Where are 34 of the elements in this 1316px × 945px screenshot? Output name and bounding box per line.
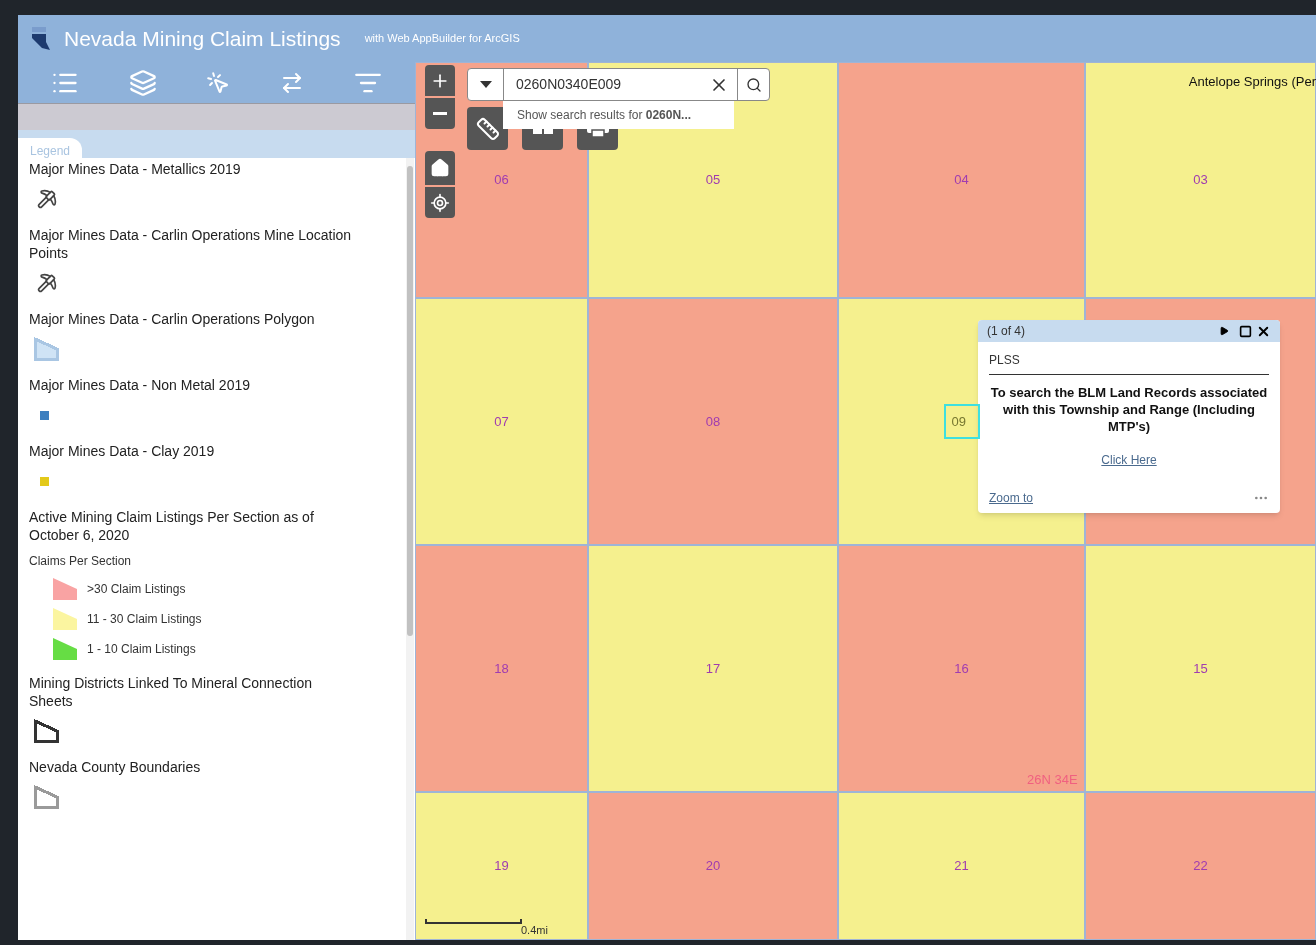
section-number: 20	[705, 857, 721, 876]
section-number: 15	[1193, 659, 1208, 678]
section-number: 05	[705, 171, 721, 190]
section-number: 17	[705, 659, 721, 678]
section-number: 03	[1193, 171, 1208, 190]
section-number: 19	[494, 857, 509, 876]
legend-layer-title: Mining Districts Linked To Mineral Connection Sheets	[29, 674, 313, 710]
app-title: Nevada Mining Claim Listings	[64, 25, 341, 52]
legend-subtitle: Claims Per Section	[29, 553, 133, 570]
popup-counter: (1 of 4)	[987, 323, 1026, 340]
section-number: 07	[494, 412, 509, 431]
legend-layer-title: Major Mines Data - Carlin Operations Polygon	[29, 310, 316, 328]
app-subtitle: with Web AppBuilder for ArcGIS	[364, 31, 520, 47]
section-number: 16	[954, 659, 969, 678]
section-number: 21	[954, 857, 969, 876]
class-label: >30 Claim Listings	[87, 581, 186, 598]
section-number: 22	[1193, 857, 1208, 876]
legend-layer-title: Active Mining Claim Listings Per Section as of October 6, 2020	[29, 508, 315, 544]
legend-layer-title: Major Mines Data - Non Metal 2019	[29, 376, 251, 394]
scale-label: 0.4mi	[521, 922, 548, 938]
class-label: 11 - 30 Claim Listings	[87, 611, 202, 628]
section-number: 18	[494, 659, 509, 678]
popup-layer-title: PLSS	[989, 351, 1269, 375]
township-label: 26N 34E	[1027, 771, 1078, 789]
legend-layer-title: Major Mines Data - Carlin Operations Mine Location Points	[29, 226, 353, 262]
place-label: Antelope Springs (Per	[1188, 73, 1316, 91]
legend-layer-title: Major Mines Data - Clay 2019	[29, 442, 216, 460]
section-number: 04	[954, 171, 969, 190]
class-label: 1 - 10 Claim Listings	[87, 641, 196, 658]
section-number: 08	[705, 412, 721, 431]
legend-layer-title: Nevada County Boundaries	[29, 758, 202, 776]
section-number: 06	[494, 171, 509, 190]
legend-layer-title: Major Mines Data - Metallics 2019	[29, 160, 242, 178]
section-number: 09	[943, 403, 980, 440]
